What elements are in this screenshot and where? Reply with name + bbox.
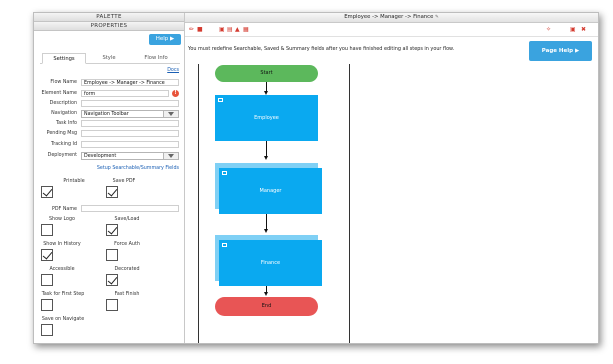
edit-window-icon[interactable]: ▣ xyxy=(219,26,225,33)
properties-panel: PALETTE PROPERTIES Help ▶ Settings Style… xyxy=(34,13,185,343)
app-window: PALETTE PROPERTIES Help ▶ Settings Style… xyxy=(33,12,599,344)
save-load-checkbox[interactable] xyxy=(106,224,118,236)
tab-flow-info[interactable]: Flow Info xyxy=(134,53,178,63)
element-name-label: Element Name xyxy=(41,91,77,96)
copy-icon[interactable]: ▤ xyxy=(227,26,233,33)
decorated-label: Decorated xyxy=(114,267,140,272)
save-icon[interactable]: ▣ xyxy=(570,26,576,33)
pending-msg-label: Pending Msg xyxy=(46,131,77,136)
manager-node[interactable]: Manager xyxy=(219,168,322,214)
description-field[interactable] xyxy=(81,100,179,107)
arrow-down-icon xyxy=(264,229,268,233)
arrow-down-icon xyxy=(264,292,268,296)
navigation-select[interactable]: Navigation Toolbar xyxy=(81,110,179,118)
employee-node-label: Employee xyxy=(254,115,279,121)
navigation-select-value: Navigation Toolbar xyxy=(84,112,129,117)
employee-node[interactable]: Employee xyxy=(215,95,318,141)
finance-node-label: Finance xyxy=(260,260,281,266)
tab-style[interactable]: Style xyxy=(88,53,130,63)
flow-title: Employee -> Manager -> Finance xyxy=(344,14,434,20)
show-in-history-label: Show In History xyxy=(43,242,81,247)
save-load-label: Save/Load xyxy=(114,217,140,222)
flow-title-bar: Employee -> Manager -> Finance ✎ xyxy=(185,13,598,23)
pencil-icon[interactable]: ✏ xyxy=(189,26,194,33)
close-icon[interactable]: ✖ xyxy=(581,26,586,33)
docs-link[interactable]: Docs xyxy=(167,68,179,73)
decorated-checkbox[interactable] xyxy=(106,274,118,286)
flow-name-field[interactable]: Employee -> Manager -> Finance xyxy=(81,79,179,86)
properties-bar[interactable]: PROPERTIES xyxy=(34,22,184,31)
tracking-id-label: Tracking Id xyxy=(51,142,77,147)
properties-tabs: Settings Style Flow Info xyxy=(40,53,180,64)
accessible-label: Accessible xyxy=(49,267,75,272)
force-auth-label: Force Auth xyxy=(114,242,140,247)
checkmark-icon xyxy=(107,186,118,197)
task-first-step-checkbox[interactable] xyxy=(41,299,53,311)
printable-label: Printable xyxy=(63,179,85,184)
tab-settings[interactable]: Settings xyxy=(42,53,86,64)
save-on-navigate-label: Save on Navigate xyxy=(41,317,85,322)
task-first-step-label: Task for First Step xyxy=(41,292,85,297)
element-name-field[interactable]: form xyxy=(81,90,169,97)
finance-node[interactable]: Finance xyxy=(219,240,322,286)
help-button[interactable]: Help ▶ xyxy=(149,34,181,45)
show-logo-label: Show Logo xyxy=(49,217,75,222)
pending-msg-field[interactable] xyxy=(81,130,179,137)
manager-node-label: Manager xyxy=(259,188,282,194)
setup-searchable-link[interactable]: Setup Searchable/Summary Fields xyxy=(97,166,179,171)
deployment-select-value: Development xyxy=(84,154,117,159)
navigation-label: Navigation xyxy=(51,111,77,116)
arrow-down-icon xyxy=(264,156,268,160)
info-message: You must redefine Searchable, Saved & Su… xyxy=(188,46,455,52)
print-icon[interactable]: ▦ xyxy=(243,26,249,33)
fast-finish-label: Fast Finish xyxy=(114,292,140,297)
help-row: Help ▶ xyxy=(34,31,184,47)
edit-icon[interactable]: ✎ xyxy=(435,15,439,20)
wand-icon[interactable]: ✧ xyxy=(546,26,551,33)
deployment-label: Deployment xyxy=(47,153,77,158)
chevron-down-icon xyxy=(163,111,178,117)
checkmark-icon xyxy=(42,249,53,260)
task-info-label: Task Info xyxy=(56,121,77,126)
flow-canvas[interactable]: Start Employee Manager Finance End xyxy=(198,64,350,343)
flow-name-label: Flow Name xyxy=(50,80,77,85)
page-help-button[interactable]: Page Help ▶ xyxy=(529,41,592,61)
save-pdf-label: Save PDF xyxy=(112,179,136,184)
toolbar: ✏ ■ ▣ ▤ ▲ ▦ ✧ ▣ ✖ xyxy=(185,23,598,37)
save-pdf-checkbox[interactable] xyxy=(106,186,118,198)
lock-icon[interactable]: ▲ xyxy=(235,26,240,33)
pdf-name-field[interactable] xyxy=(81,205,179,212)
show-logo-checkbox[interactable] xyxy=(41,224,53,236)
document-icon[interactable]: ■ xyxy=(197,26,203,33)
form-icon xyxy=(218,98,223,102)
save-on-navigate-checkbox[interactable] xyxy=(41,324,53,336)
checkmark-icon xyxy=(107,274,118,285)
form-icon xyxy=(222,243,227,247)
pdf-name-label: PDF Name xyxy=(51,207,77,212)
show-in-history-checkbox[interactable] xyxy=(41,249,53,261)
fast-finish-checkbox[interactable] xyxy=(106,299,118,311)
task-info-field[interactable] xyxy=(81,120,179,127)
printable-checkbox[interactable] xyxy=(41,186,53,198)
form-icon xyxy=(222,171,227,175)
tracking-id-field[interactable] xyxy=(81,141,179,148)
start-node[interactable]: Start xyxy=(215,65,318,82)
checkmark-icon xyxy=(107,224,118,235)
accessible-checkbox[interactable] xyxy=(41,274,53,286)
end-node[interactable]: End xyxy=(215,297,318,316)
chevron-down-icon xyxy=(163,153,178,159)
description-label: Description xyxy=(49,101,77,106)
palette-bar[interactable]: PALETTE xyxy=(34,13,184,22)
flow-editor: Employee -> Manager -> Finance ✎ ✏ ■ ▣ ▤… xyxy=(185,13,598,343)
checkmark-icon xyxy=(42,186,53,197)
force-auth-checkbox[interactable] xyxy=(106,249,118,261)
deployment-select[interactable]: Development xyxy=(81,152,179,160)
warning-icon: ! xyxy=(172,90,179,97)
